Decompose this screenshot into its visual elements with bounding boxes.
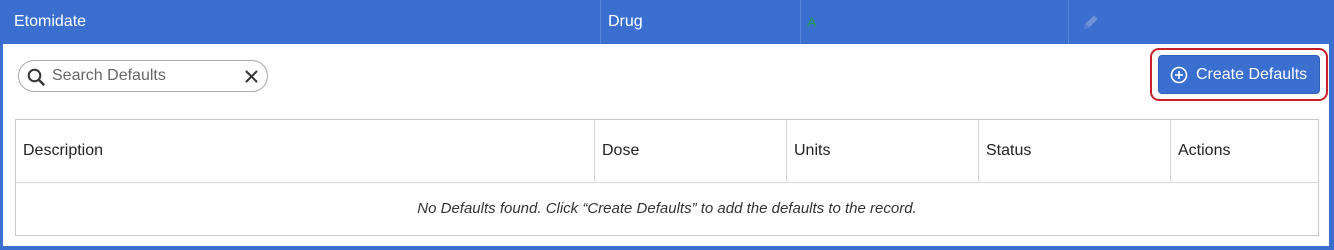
close-icon[interactable] xyxy=(245,70,258,83)
pencil-icon[interactable] xyxy=(1083,14,1099,30)
plus-circle-icon xyxy=(1170,66,1188,84)
empty-table-message: No Defaults found. Click “Create Default… xyxy=(417,200,917,217)
record-name: Etomidate xyxy=(14,13,87,30)
record-header-row[interactable]: Etomidate Drug A xyxy=(0,0,1334,44)
create-defaults-button[interactable]: Create Defaults xyxy=(1158,55,1320,94)
table-header-row: Description Dose Units Status Actions xyxy=(16,120,1318,183)
defaults-panel: Create Defaults Description Dose Units S… xyxy=(3,44,1329,246)
search-input[interactable] xyxy=(52,65,232,87)
defaults-table: Description Dose Units Status Actions No… xyxy=(15,119,1319,236)
defaults-panel-frame: Etomidate Drug A Search Defaults Create … xyxy=(0,0,1334,250)
column-header-dose[interactable]: Dose xyxy=(594,120,786,182)
column-header-status[interactable]: Status xyxy=(978,120,1170,182)
column-header-description[interactable]: Description xyxy=(16,120,594,182)
record-status: A xyxy=(800,0,1068,44)
record-edit-cell xyxy=(1068,0,1334,44)
create-defaults-label: Create Defaults xyxy=(1196,66,1308,83)
column-header-actions: Actions xyxy=(1170,120,1318,182)
search-icon xyxy=(27,68,45,86)
record-type: Drug xyxy=(600,0,800,44)
search-box[interactable] xyxy=(18,60,268,92)
column-header-units[interactable]: Units xyxy=(786,120,978,182)
